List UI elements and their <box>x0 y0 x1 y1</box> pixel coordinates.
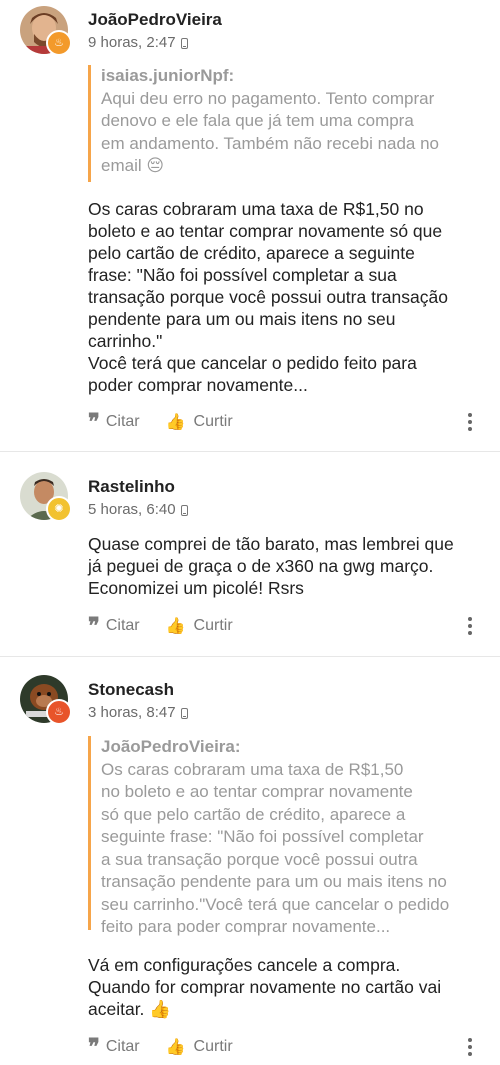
flame-badge-icon: ♨ <box>46 699 72 725</box>
more-vertical-icon[interactable] <box>468 617 472 635</box>
phone-icon <box>180 38 188 49</box>
quote-line: seu carrinho."Você terá que cancelar o p… <box>101 894 450 914</box>
like-button[interactable]: 👍 Curtir <box>166 412 233 432</box>
avatar[interactable]: ♨ <box>20 6 72 56</box>
like-button[interactable]: 👍 Curtir <box>166 1037 233 1057</box>
avatar[interactable]: ✺ <box>20 472 72 522</box>
body-line: Você terá que cancelar o pedido feito pa… <box>88 353 417 373</box>
more-vertical-icon[interactable] <box>468 1038 472 1056</box>
more-vertical-icon[interactable] <box>468 413 472 431</box>
thumbs-up-icon: 👍 <box>165 618 186 635</box>
post-author[interactable]: Stonecash <box>88 680 174 700</box>
body-line: Economizei um picolé! Rsrs <box>88 578 304 598</box>
like-label: Curtir <box>193 1038 233 1055</box>
quote-author[interactable]: JoãoPedroVieira: <box>101 736 449 759</box>
post-timestamp: 9 horas, 2:47 <box>88 34 188 51</box>
quote-line: no boleto e ao tentar comprar novamente <box>101 782 413 801</box>
post-actions: ❞ Citar 👍 Curtir <box>88 1034 233 1060</box>
quote-label: Citar <box>105 617 140 634</box>
body-line: pelo cartão de crédito, aparece a seguin… <box>88 243 415 263</box>
post-time: 3 horas, 8:47 <box>88 704 176 721</box>
like-label: Curtir <box>193 617 233 634</box>
post-1: ♨ JoãoPedroVieira 9 horas, 2:47 isaias.j… <box>0 0 500 452</box>
quote-line: só que pelo cartão de crédito, aparece a <box>101 804 406 824</box>
body-line: boleto e ao tentar comprar novamente só … <box>88 221 443 241</box>
quote-icon: ❞ <box>88 613 100 639</box>
quote-icon: ❞ <box>88 409 100 435</box>
quote-line: Aqui deu erro no pagamento. Tento compra… <box>101 88 435 108</box>
post-actions: ❞ Citar 👍 Curtir <box>88 613 233 639</box>
post-author[interactable]: Rastelinho <box>88 477 175 497</box>
post-body: Os caras cobraram uma taxa de R$1,50 no … <box>88 198 448 396</box>
quote-button[interactable]: ❞ Citar <box>88 613 140 639</box>
like-label: Curtir <box>193 413 233 430</box>
post-author[interactable]: JoãoPedroVieira <box>88 10 222 30</box>
body-line: pendente para um ou mais itens no seu <box>88 309 396 329</box>
quote-line: Os caras cobraram uma taxa de R$1,50 <box>101 759 404 779</box>
body-line: transação porque você possui outra trans… <box>88 287 448 307</box>
thumbs-up-icon: 👍 <box>165 414 186 431</box>
post-body: Vá em configurações cancele a compra. Qu… <box>88 954 441 1020</box>
post-timestamp: 5 horas, 6:40 <box>88 501 188 518</box>
body-line: carrinho." <box>88 331 163 351</box>
quote-button[interactable]: ❞ Citar <box>88 409 140 435</box>
post-body: Quase comprei de tão barato, mas lembrei… <box>88 533 454 599</box>
flame-badge-icon: ♨ <box>46 30 72 56</box>
sun-badge-icon: ✺ <box>46 496 72 522</box>
quote-block: JoãoPedroVieira: Os caras cobraram uma t… <box>88 736 450 936</box>
body-line: Quase comprei de tão barato, mas lembrei… <box>88 534 454 554</box>
phone-icon <box>180 505 188 516</box>
body-line: frase: "Não foi possível completar a sua <box>88 265 397 285</box>
avatar[interactable]: ♨ <box>20 675 72 725</box>
body-line: Quando for comprar novamente no cartão v… <box>88 977 442 997</box>
quote-label: Citar <box>105 1038 140 1055</box>
body-line: já peguei de graça o de x360 na gwg març… <box>88 556 434 576</box>
quote-button[interactable]: ❞ Citar <box>88 1034 140 1060</box>
quote-line: a sua transação porque você possui outra <box>101 849 418 869</box>
body-line: poder comprar novamente... <box>88 375 308 395</box>
quote-author[interactable]: isaias.juniorNpf: <box>101 65 439 88</box>
quote-line: seguinte frase: "Não foi possível comple… <box>101 827 424 846</box>
quote-line: email 😔 <box>101 156 165 175</box>
post-2: ✺ Rastelinho 5 horas, 6:40 Quase comprei… <box>0 452 500 657</box>
post-3: ♨ Stonecash 3 horas, 8:47 JoãoPedroVieir… <box>0 657 500 1065</box>
quote-line: denovo e ele fala que já tem uma compra <box>101 111 414 130</box>
quote-label: Citar <box>105 413 140 430</box>
quote-line: em andamento. Também não recebi nada no <box>101 133 440 153</box>
thumbs-up-icon: 👍 <box>165 1039 186 1056</box>
body-line: Os caras cobraram uma taxa de R$1,50 no <box>88 199 424 219</box>
quote-icon: ❞ <box>88 1034 100 1060</box>
post-time: 9 horas, 2:47 <box>88 34 176 51</box>
body-line: aceitar. 👍 <box>88 999 172 1019</box>
post-timestamp: 3 horas, 8:47 <box>88 704 188 721</box>
quote-block: isaias.juniorNpf: Aqui deu erro no pagam… <box>88 65 439 182</box>
body-line: Vá em configurações cancele a compra. <box>88 955 401 975</box>
post-actions: ❞ Citar 👍 Curtir <box>88 409 233 435</box>
post-time: 5 horas, 6:40 <box>88 501 176 518</box>
quote-line: transação pendente para um ou mais itens… <box>101 872 447 891</box>
quote-line: feito para poder comprar novamente... <box>101 917 391 936</box>
like-button[interactable]: 👍 Curtir <box>166 616 233 636</box>
phone-icon <box>180 708 188 719</box>
